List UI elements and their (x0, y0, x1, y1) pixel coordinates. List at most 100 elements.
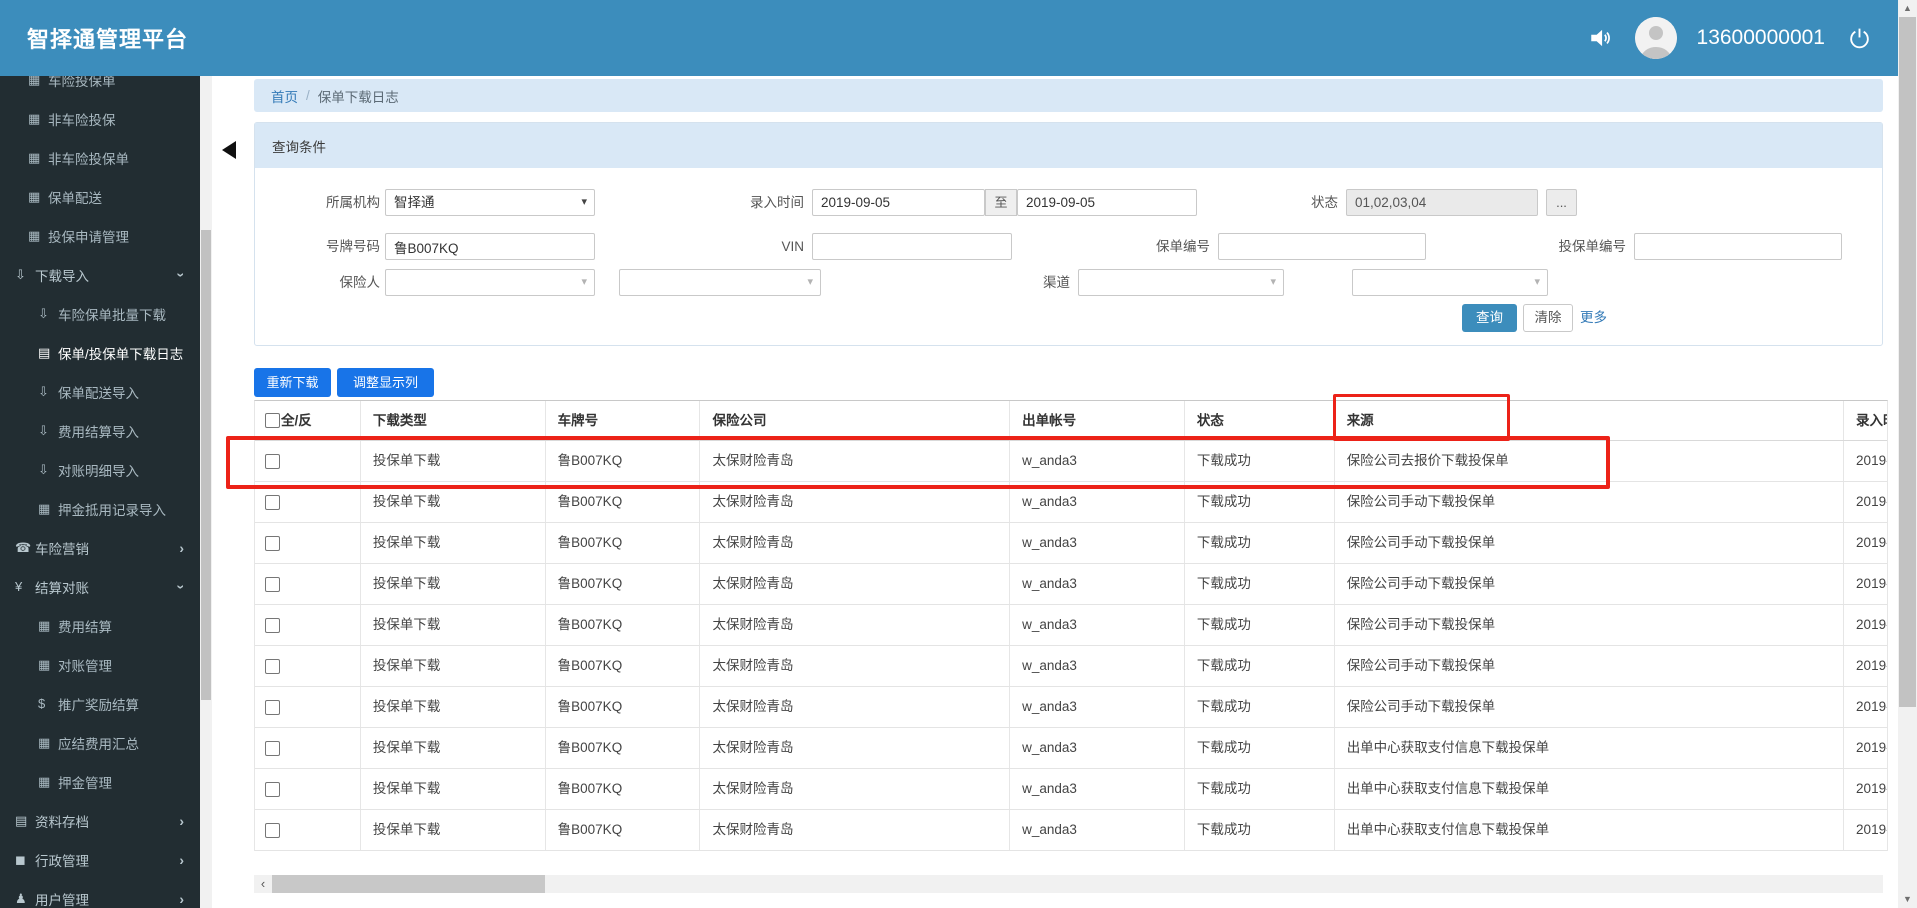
sidebar-item-5[interactable]: ⇩ 下载导入 › (0, 255, 200, 294)
cell-plate: 鲁B007KQ (546, 564, 701, 604)
redownload-button[interactable]: 重新下载 (254, 368, 331, 397)
sidebar-item-4[interactable]: ▦ 投保申请管理 (0, 216, 200, 255)
yen-icon: ¥ (15, 579, 23, 594)
cell-source: 保险公司手动下载投保单 (1335, 482, 1845, 522)
sidebar-item-label: 押金管理 (58, 775, 112, 791)
grid-icon: ▦ (38, 617, 51, 633)
org-select[interactable]: 智择通 ▾ (385, 189, 595, 216)
cell-account: w_anda3 (1010, 769, 1185, 809)
power-logout-icon[interactable] (1845, 24, 1873, 52)
status-input[interactable] (1346, 189, 1538, 216)
sidebar-item-3[interactable]: ▦ 保单配送 (0, 177, 200, 216)
archive-icon: ▤ (15, 812, 28, 828)
horizontal-scrollbar[interactable]: ‹ (254, 875, 1883, 893)
select-all-checkbox[interactable] (265, 413, 280, 428)
vertical-scrollbar[interactable]: ▲ ▼ (1898, 0, 1917, 908)
cell-company: 太保财险青岛 (700, 564, 1011, 604)
scroll-up-arrow-icon[interactable]: ▲ (1898, 0, 1917, 17)
channel-select-2[interactable]: ▾ (1352, 269, 1548, 296)
insurer-select-2[interactable]: ▾ (619, 269, 821, 296)
vertical-scrollbar-thumb[interactable] (1899, 17, 1916, 707)
cell-account: w_anda3 (1010, 646, 1185, 686)
scroll-left-arrow-icon[interactable]: ‹ (254, 875, 272, 893)
sidebar-item-9[interactable]: ⇩ 费用结算导入 (0, 411, 200, 450)
row-checkbox[interactable] (265, 822, 280, 838)
cell-download-type: 投保单下载 (361, 687, 546, 727)
row-checkbox[interactable] (265, 494, 280, 510)
search-button[interactable]: 查询 (1462, 304, 1517, 332)
cell-account: w_anda3 (1010, 728, 1185, 768)
cell-plate: 鲁B007KQ (546, 482, 701, 522)
row-checkbox[interactable] (265, 658, 280, 674)
cell-account: w_anda3 (1010, 810, 1185, 850)
sidebar-item-0[interactable]: ▦ 车险投保单 (0, 76, 200, 99)
cell-entry-time: 2019-09-05 (1856, 658, 1887, 673)
sidebar-item-label: 投保申请管理 (48, 229, 129, 245)
sidebar-item-12[interactable]: ☎ 车险营销 › (0, 528, 200, 567)
sidebar-item-13[interactable]: ¥ 结算对账 › (0, 567, 200, 606)
cell-source: 出单中心获取支付信息下载投保单 (1335, 810, 1845, 850)
sidebar-item-1[interactable]: ▦ 非车险投保 (0, 99, 200, 138)
app-title: 智择通管理平台 (27, 27, 189, 52)
row-checkbox[interactable] (265, 535, 280, 551)
col-header-account: 出单帐号 (1010, 401, 1185, 440)
table-row: 投保单下载 鲁B007KQ 太保财险青岛 w_anda3 下载成功 出单中心获取… (255, 810, 1887, 851)
row-checkbox[interactable] (265, 576, 280, 592)
sidebar-item-19[interactable]: ▤ 资料存档 › (0, 801, 200, 840)
row-checkbox[interactable] (265, 740, 280, 756)
cell-status: 下载成功 (1185, 646, 1335, 686)
clear-button[interactable]: 清除 (1523, 304, 1573, 332)
grid-icon: ▦ (28, 149, 41, 165)
sidebar-collapse-toggle-icon[interactable] (222, 141, 236, 159)
sidebar-scrollbar-thumb[interactable] (201, 230, 211, 700)
sidebar-item-15[interactable]: ▦ 对账管理 (0, 645, 200, 684)
sidebar-item-14[interactable]: ▦ 费用结算 (0, 606, 200, 645)
horizontal-scrollbar-thumb[interactable] (272, 875, 545, 893)
import-icon: ⇩ (38, 461, 49, 477)
channel-select-1[interactable]: ▾ (1078, 269, 1284, 296)
sidebar-item-10[interactable]: ⇩ 对账明细导入 (0, 450, 200, 489)
plate-input[interactable] (385, 233, 595, 260)
cell-download-type: 投保单下载 (361, 646, 546, 686)
proposal-no-input[interactable] (1634, 233, 1842, 260)
row-checkbox[interactable] (265, 781, 280, 797)
breadcrumb-home-link[interactable]: 首页 (271, 86, 298, 106)
row-checkbox[interactable] (265, 453, 280, 469)
breadcrumb: 首页 / 保单下载日志 (254, 79, 1883, 112)
table-row: 投保单下载 鲁B007KQ 太保财险青岛 w_anda3 下载成功 保险公司手动… (255, 646, 1887, 687)
status-picker-button[interactable]: ... (1546, 189, 1577, 216)
grid-icon: ▦ (28, 227, 41, 243)
sidebar-item-7[interactable]: ▤ 保单/投保单下载日志 (0, 333, 200, 372)
sidebar-item-8[interactable]: ⇩ 保单配送导入 (0, 372, 200, 411)
entry-time-from-input[interactable] (812, 189, 985, 216)
sidebar-item-2[interactable]: ▦ 非车险投保单 (0, 138, 200, 177)
sidebar-item-6[interactable]: ⇩ 车险保单批量下载 (0, 294, 200, 333)
insurer-select-1[interactable]: ▾ (385, 269, 595, 296)
scroll-down-arrow-icon[interactable]: ▼ (1898, 891, 1917, 908)
adjust-columns-button[interactable]: 调整显示列 (337, 368, 434, 397)
col-header-plate: 车牌号 (546, 401, 701, 440)
sidebar-item-18[interactable]: ▦ 押金管理 (0, 762, 200, 801)
speaker-icon[interactable] (1587, 24, 1615, 52)
col-header-company: 保险公司 (700, 401, 1011, 440)
sidebar-item-11[interactable]: ▦ 押金抵用记录导入 (0, 489, 200, 528)
more-link[interactable]: 更多 (1580, 304, 1607, 332)
chevron-down-icon: ▾ (1534, 276, 1540, 288)
user-avatar[interactable] (1634, 17, 1677, 59)
entry-time-to-input[interactable] (1017, 189, 1197, 216)
vin-input[interactable] (812, 233, 1012, 260)
dollar-icon: $ (38, 696, 46, 711)
grid-icon: ▦ (38, 734, 51, 750)
sidebar-item-21[interactable]: ♟ 用户管理 › (0, 879, 200, 908)
cell-entry-time: 2019-09-05 (1856, 535, 1887, 550)
cell-plate: 鲁B007KQ (546, 687, 701, 727)
chevron-right-icon: › (179, 851, 184, 868)
sidebar-scrollbar[interactable] (200, 76, 212, 908)
row-checkbox[interactable] (265, 699, 280, 715)
sidebar-item-17[interactable]: ▦ 应结费用汇总 (0, 723, 200, 762)
table-row: 投保单下载 鲁B007KQ 太保财险青岛 w_anda3 下载成功 保险公司手动… (255, 605, 1887, 646)
sidebar-item-16[interactable]: $ 推广奖励结算 (0, 684, 200, 723)
row-checkbox[interactable] (265, 617, 280, 633)
sidebar-item-20[interactable]: ◼ 行政管理 › (0, 840, 200, 879)
policy-no-input[interactable] (1218, 233, 1426, 260)
